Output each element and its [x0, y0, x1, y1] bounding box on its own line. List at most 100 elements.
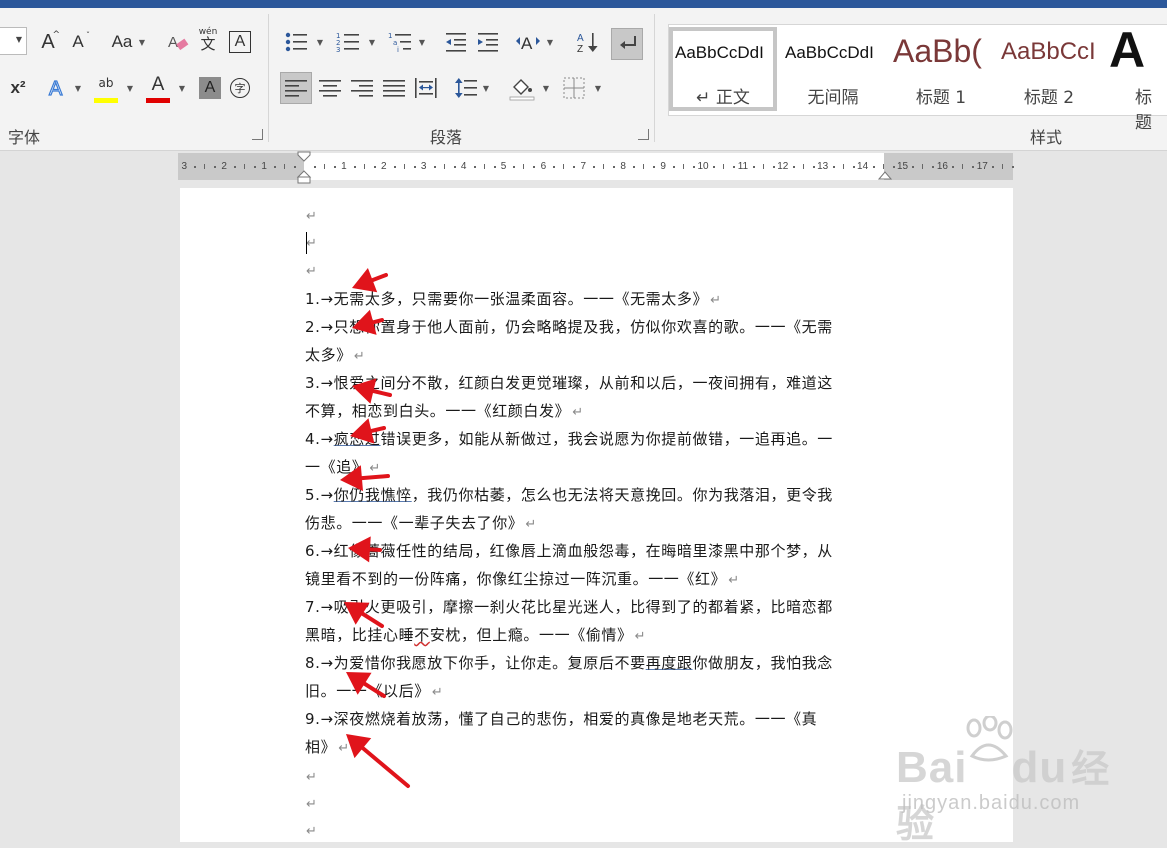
change-case-button[interactable]: Aa: [106, 28, 138, 56]
document-text-line[interactable]: 3.→恨爱之间分不散，红颜白发更觉璀璨，从前和以后，一夜间拥有，难道这: [305, 372, 833, 393]
group-label-font: 字体: [8, 128, 41, 147]
right-indent-marker-icon[interactable]: [878, 169, 892, 181]
text-run: 4.→: [305, 430, 334, 448]
document-text-line[interactable]: 黑暗，比挂心睡不安枕，但上瘾。一一《偷情》 ↵: [305, 624, 646, 645]
align-right-button[interactable]: [348, 74, 376, 102]
document-text-line[interactable]: 7.→吸引火更吸引，摩擦一刹火花比星光迷人，比得到了的都着紧，比暗恋都: [305, 596, 833, 617]
svg-text:1: 1: [388, 32, 392, 40]
grow-font-button[interactable]: A ^: [34, 28, 62, 56]
document-text-line[interactable]: 旧。一一《以后》 ↵: [305, 680, 443, 701]
caret-up-icon: ^: [52, 30, 60, 40]
document-text-line[interactable]: 5.→你仍我憔悴，我仍你枯萎，怎么也无法将天意挽回。你为我落泪，更令我: [305, 484, 833, 505]
document-text-line[interactable]: 1.→无需太多，只需要你一张温柔面容。一一《无需太多》 ↵: [305, 288, 722, 309]
justify-button[interactable]: [380, 74, 408, 102]
font-dialog-launcher-icon[interactable]: [252, 129, 263, 140]
chevron-down-icon[interactable]: ▼: [126, 82, 134, 94]
ruler-dot: [294, 166, 297, 168]
show-formatting-marks-button[interactable]: [611, 28, 643, 60]
grammar-flag-text: 疯恋过: [333, 430, 381, 448]
chevron-down-icon[interactable]: ▼: [74, 82, 82, 94]
document-text-line[interactable]: 镜里看不到的一份阵痛，你像红尘掠过一阵沉重。一一《红》 ↵: [305, 568, 740, 589]
character-shading-button[interactable]: A: [196, 74, 224, 102]
text-run: 旧。一一《以后》: [305, 682, 430, 700]
indent-marker-icon[interactable]: [296, 151, 312, 185]
ruler-mark: [483, 164, 485, 169]
chevron-down-icon[interactable]: ▼: [418, 36, 426, 48]
text-cursor: [306, 232, 307, 254]
style-heading-2[interactable]: AaBbCcI 标题 2: [997, 29, 1101, 109]
shading-button[interactable]: [508, 74, 536, 102]
borders-button[interactable]: [560, 74, 588, 102]
decrease-indent-button[interactable]: [442, 28, 470, 56]
paragraph-mark: ↵: [353, 349, 366, 364]
document-text-line[interactable]: 2.→只想你置身于他人面前，仍会略略提及我，仿似你欢喜的歌。一一《无需: [305, 316, 833, 337]
document-text-line[interactable]: 伤悲。一一《一辈子失去了你》 ↵: [305, 512, 537, 533]
ruler-tick-label: 2: [221, 161, 227, 172]
ruler-dot: [453, 166, 456, 168]
document-text-line[interactable]: 4.→疯恋过错误更多，如能从新做过，我会说愿为你提前做错，一追再追。一: [305, 428, 833, 449]
document-text-line[interactable]: 太多》 ↵: [305, 344, 365, 365]
ruler-dot: [892, 166, 895, 168]
superscript-button[interactable]: x²: [4, 74, 32, 102]
chevron-down-icon[interactable]: ▼: [368, 36, 376, 48]
highlight-swatch: [94, 98, 118, 103]
outdent-icon: [446, 33, 466, 52]
numbering-button[interactable]: 123: [334, 28, 362, 56]
style-title[interactable]: A 标题: [1105, 22, 1167, 133]
grammar-flag-text: 再度跟: [645, 654, 693, 672]
ruler-tick-label: 14: [857, 161, 869, 172]
highlight-color-button[interactable]: ab: [92, 74, 120, 103]
increase-indent-button[interactable]: [474, 28, 502, 56]
chevron-down-icon[interactable]: ▼: [542, 82, 550, 94]
document-text-line[interactable]: 相》 ↵: [305, 736, 350, 757]
borders-icon: [563, 77, 585, 99]
enclose-characters-button[interactable]: 字: [226, 74, 254, 102]
numbered-list-icon: 123: [336, 32, 359, 53]
asian-layout-button[interactable]: A: [514, 28, 542, 56]
ruler-dot: [333, 166, 336, 168]
ruler-mark: [363, 164, 365, 169]
document-text-line[interactable]: 一《追》 ↵: [305, 456, 381, 477]
phonetic-guide-button[interactable]: wén 文: [194, 26, 222, 54]
chevron-down-icon[interactable]: ▼: [178, 82, 186, 94]
bullet-list-icon: [285, 32, 307, 52]
horizontal-ruler[interactable]: 3 2 1 1 2 3 4 5 6 7 8 9 10 11 12 13 14 15 16 17: [178, 151, 1015, 184]
style-normal[interactable]: AaBbCcDdI ↵ 正文: [669, 27, 777, 111]
document-text-line[interactable]: 6.→红像蔷薇任性的结局，红像唇上滴血般怨毒，在晦暗里漆黑中那个梦，从: [305, 540, 833, 561]
chevron-down-icon[interactable]: ▼: [316, 36, 324, 48]
bullets-button[interactable]: [282, 28, 310, 56]
font-color-button[interactable]: A: [144, 74, 172, 103]
chevron-down-icon[interactable]: ▼: [482, 82, 490, 94]
character-border-button[interactable]: A: [226, 28, 254, 56]
ruler-tick-label: 8: [620, 161, 626, 172]
ruler-dot: [613, 166, 616, 168]
sort-button[interactable]: AZ: [574, 28, 602, 56]
align-center-button[interactable]: [316, 74, 344, 102]
shrink-font-button[interactable]: Aˇ: [64, 28, 92, 56]
clear-formatting-button[interactable]: A: [164, 28, 192, 56]
chevron-down-icon[interactable]: ▼: [138, 36, 146, 48]
distributed-button[interactable]: [412, 74, 440, 102]
text-effects-button[interactable]: A: [44, 74, 72, 102]
ruler-dot: [832, 166, 835, 168]
multilevel-list-button[interactable]: 1ai: [386, 28, 414, 56]
document-text-line[interactable]: 不算，相恋到白头。一一《红颜白发》 ↵: [305, 400, 584, 421]
chevron-down-icon[interactable]: ▼: [594, 82, 602, 94]
ruler-dot: [214, 166, 217, 168]
group-label-paragraph: 段落: [430, 128, 463, 147]
text-run: 相》: [305, 738, 337, 756]
document-text-line[interactable]: 8.→为爱惜你我愿放下你手，让你走。复原后不要再度跟你做朋友，我怕我念: [305, 652, 833, 673]
style-no-spacing[interactable]: AaBbCcDdI 无间隔: [781, 29, 885, 109]
ribbon: ▼ A ^ Aˇ Aa ▼ A wén 文 A x² A ▼ ab ▼ A ▼ A…: [0, 8, 1167, 151]
paragraph-dialog-launcher-icon[interactable]: [638, 129, 649, 140]
text-run: 安枕，但上瘾。一一《偷情》: [429, 626, 633, 644]
line-spacing-button[interactable]: [452, 74, 480, 102]
align-left-button[interactable]: [280, 72, 312, 104]
ruler-dot: [313, 166, 316, 168]
ruler-dot: [593, 166, 596, 168]
style-heading-1[interactable]: AaBb( 标题 1: [889, 29, 993, 109]
chevron-down-icon[interactable]: ▼: [546, 36, 554, 48]
align-right-icon: [351, 80, 373, 97]
font-size-dropdown[interactable]: ▼: [0, 27, 27, 55]
document-text-line[interactable]: 9.→深夜燃烧着放荡，懂了自己的悲伤，相爱的真像是地老天荒。一一《真: [305, 708, 817, 729]
